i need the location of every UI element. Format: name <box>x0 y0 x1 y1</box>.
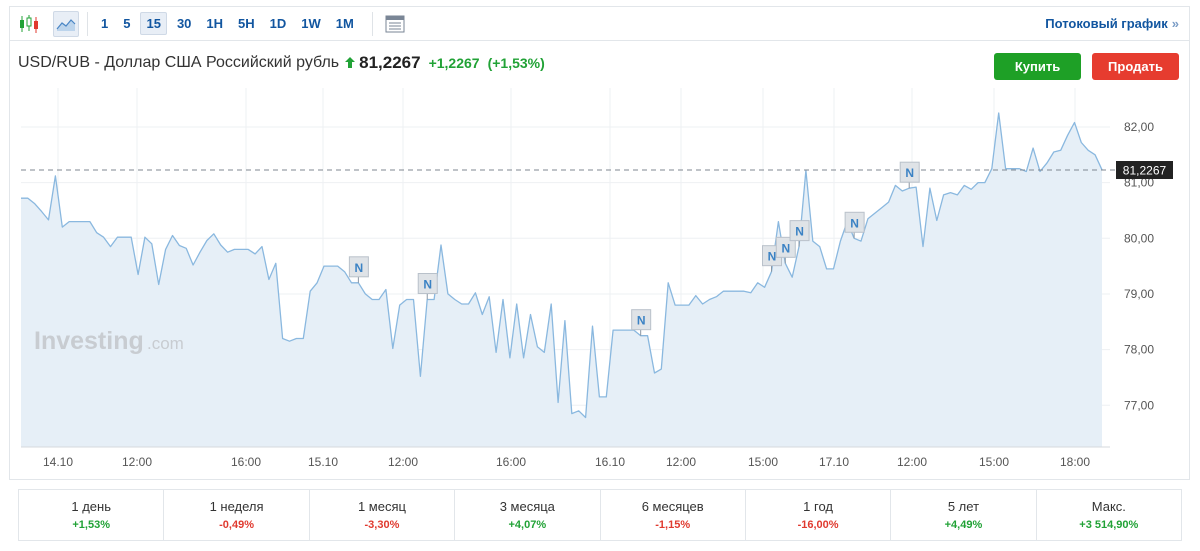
news-marker-label: N <box>781 241 790 255</box>
period-change-value: -0,49% <box>219 519 254 531</box>
investing-watermark-suffix: .com <box>147 334 184 353</box>
y-tick-label: 82,00 <box>1124 120 1154 134</box>
last-value-label: 81,2267 <box>1123 164 1167 178</box>
x-tick-label: 12:00 <box>388 455 418 469</box>
y-tick-label: 80,00 <box>1124 231 1154 245</box>
x-tick-label: 16:00 <box>231 455 261 469</box>
news-marker[interactable]: N <box>899 161 920 189</box>
period-label: 1 неделя <box>209 499 264 514</box>
x-tick-label: 12:00 <box>122 455 152 469</box>
news-marker-label: N <box>905 166 914 180</box>
x-tick-label: 15.10 <box>308 455 338 469</box>
period-change-value: +4,49% <box>944 519 983 531</box>
period-cell[interactable]: 1 год -16,00% <box>746 490 892 540</box>
period-cell[interactable]: 1 день +1,53% <box>19 490 165 540</box>
x-tick-label: 15:00 <box>748 455 778 469</box>
news-marker-label: N <box>355 261 364 275</box>
period-cell[interactable]: 6 месяцев -1,15% <box>601 490 746 540</box>
period-label: 1 день <box>71 499 111 514</box>
x-tick-label: 12:00 <box>897 455 927 469</box>
period-cell[interactable]: 1 месяц -3,30% <box>310 490 456 540</box>
price-chart[interactable]: 82,0081,0080,0079,0078,0077,0081,226714.… <box>0 0 1200 480</box>
news-marker-label: N <box>423 278 432 292</box>
y-tick-label: 77,00 <box>1124 398 1154 412</box>
period-label: 5 лет <box>947 499 980 514</box>
news-marker-label: N <box>850 216 859 230</box>
period-change-value: -1,15% <box>655 519 691 531</box>
y-tick-label: 79,00 <box>1124 287 1154 301</box>
period-change-value: +1,53% <box>72 519 110 531</box>
period-change-value: +3 514,90% <box>1079 519 1139 531</box>
news-marker-label: N <box>795 225 804 239</box>
period-cell[interactable]: 3 месяца +4,07% <box>455 490 601 540</box>
x-tick-label: 18:00 <box>1060 455 1090 469</box>
y-tick-label: 78,00 <box>1124 343 1154 357</box>
news-marker-label: N <box>637 314 646 328</box>
period-label: 1 год <box>803 499 833 514</box>
period-performance-bar: 1 день +1,53% 1 неделя -0,49% 1 месяц -3,30% 3… <box>18 489 1182 541</box>
period-cell[interactable]: 5 лет +4,49% <box>891 490 1037 540</box>
period-change-value: -3,30% <box>364 519 400 531</box>
x-tick-label: 14.10 <box>43 455 73 469</box>
x-tick-label: 15:00 <box>979 455 1009 469</box>
period-cell[interactable]: Макс. +3 514,90% <box>1037 490 1181 540</box>
period-label: 6 месяцев <box>641 499 704 514</box>
period-change-value: +4,07% <box>508 519 547 531</box>
investing-watermark: Investing <box>34 327 144 355</box>
x-tick-label: 17.10 <box>819 455 849 469</box>
news-marker-label: N <box>768 250 777 264</box>
period-label: 3 месяца <box>499 499 555 514</box>
price-area <box>21 113 1102 447</box>
x-tick-label: 16.10 <box>595 455 625 469</box>
news-marker[interactable]: N <box>348 256 369 283</box>
period-change-value: -16,00% <box>797 519 839 531</box>
period-label: 1 месяц <box>357 499 406 514</box>
period-cell[interactable]: 1 неделя -0,49% <box>164 490 310 540</box>
x-tick-label: 16:00 <box>496 455 526 469</box>
x-tick-label: 12:00 <box>666 455 696 469</box>
period-label: Макс. <box>1091 499 1126 514</box>
